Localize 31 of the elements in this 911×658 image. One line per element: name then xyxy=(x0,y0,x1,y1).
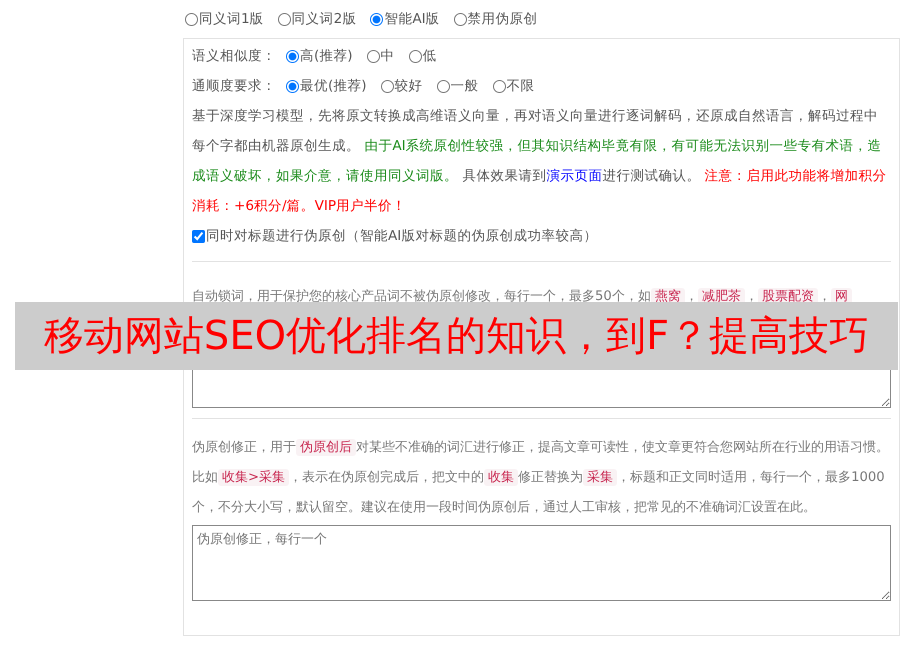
radio-button[interactable] xyxy=(278,12,291,26)
correction-description: 伪原创修正，用于 伪原创后 对某些不准确的词汇进行修正，提高文章可读性，使文章更符合您网站所在行业的用语习惯。比如 收集>采集 ，表示在伪原创完成后，把文中的 收集 修正替换为 采集 ，标题和正文同时适用，每行一个，最多1000个，不分大小写，默认留空。建议在使用一段时间伪原创后，通过人工审核，把常见的不准确词汇设置在此。 xyxy=(192,438,890,517)
demo-page-link[interactable]: 演示页面 xyxy=(546,168,602,184)
field-label: 通顺度要求： xyxy=(192,77,276,95)
radio-button[interactable] xyxy=(286,80,299,92)
option-label: 高(推荐) xyxy=(300,47,353,65)
option-label: 最优(推荐) xyxy=(300,77,367,95)
option-label: 禁用伪原创 xyxy=(468,10,538,28)
radio-button[interactable] xyxy=(185,12,198,26)
radio-button[interactable] xyxy=(492,80,506,92)
option-label: 较好 xyxy=(394,77,423,95)
option-label: 一般 xyxy=(450,77,479,95)
checkbox-label: 同时对标题进行伪原创（智能AI版对标题的伪原创成功率较高） xyxy=(206,227,598,245)
radio-button[interactable] xyxy=(454,12,467,26)
ai-description: 基于深度学习模型，先将原文转换成高维语义向量，再对语义向量进行逐词解码，还原成自然语言，解码过程中每个字都由机器原创生成。 由于AI系统原创性较强，但其知识结构毕竟有限，有可能无法识别一些专有术语，造成语义破坏，如果介意，请使用同义词版。 具体效果请到演示页面进行测试确认。 注意：启用此功能将增加积分消耗：+6积分/篇。VIP用户半价！ xyxy=(192,107,888,216)
option-label: 不限 xyxy=(506,77,535,95)
correction-field[interactable]: 伪原创修正，每行一个 xyxy=(192,525,891,601)
radio-button[interactable] xyxy=(370,12,384,26)
radio-button[interactable] xyxy=(408,50,422,62)
field-label: 语义相似度： xyxy=(192,47,276,65)
checkbox[interactable] xyxy=(192,230,205,242)
option-label: 同义词1版 xyxy=(199,10,264,28)
option-label: 智能AI版 xyxy=(384,10,440,28)
option-label: 中 xyxy=(380,47,395,65)
radio-button[interactable] xyxy=(286,50,299,62)
option-label: 同义词2版 xyxy=(292,10,356,28)
radio-button[interactable] xyxy=(436,80,450,92)
option-label: 低 xyxy=(422,47,437,65)
radio-button[interactable] xyxy=(380,80,394,92)
title-banner-overlay: 移动网站SEO优化排名的知识，到F？提高技巧 xyxy=(15,302,898,370)
radio-button[interactable] xyxy=(366,50,380,62)
